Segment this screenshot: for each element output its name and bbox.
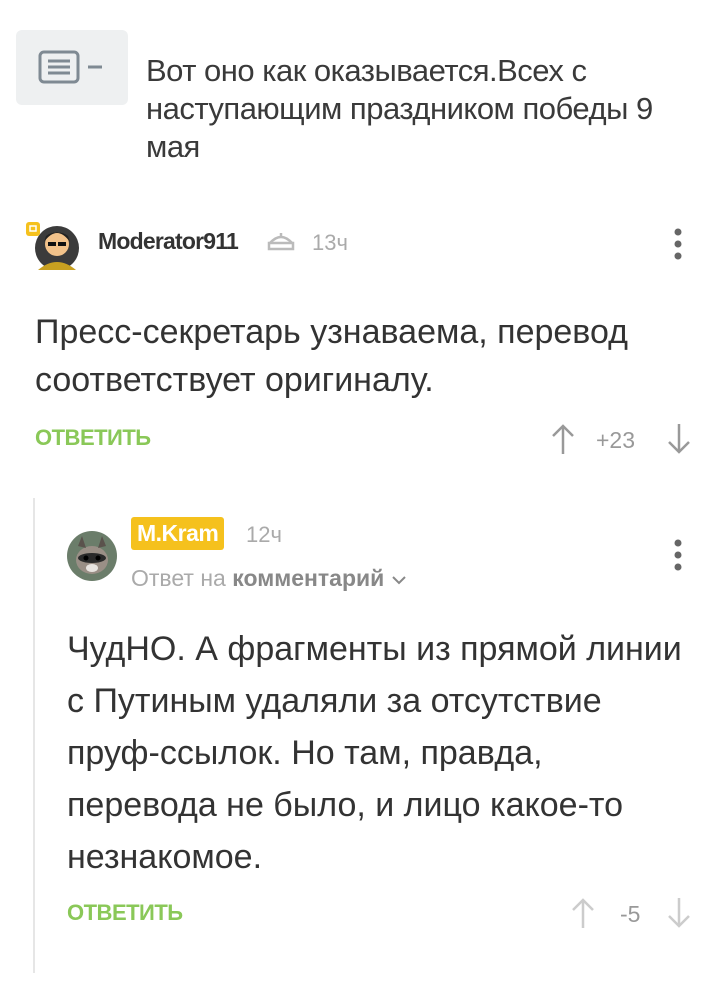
- comment-text: Пресс-секретарь узнаваема, перевод соотв…: [35, 313, 628, 399]
- post-type-badge: [16, 30, 128, 105]
- chevron-down-icon[interactable]: [391, 574, 407, 586]
- reply-button[interactable]: ОТВЕТИТЬ: [35, 425, 151, 451]
- avatar[interactable]: [24, 220, 82, 272]
- comment-time: 12ч: [246, 522, 282, 547]
- comment-author[interactable]: M.Kram: [131, 517, 225, 550]
- arrow-down-icon[interactable]: [666, 896, 692, 930]
- comment-text: ЧудНО. А фрагменты из прямой линии с Пут…: [67, 630, 682, 876]
- comment-lines-icon: [38, 50, 102, 86]
- moderator-icon: [266, 229, 296, 258]
- post-title[interactable]: Вот оно как оказывается.Всех с наступающ…: [146, 52, 706, 166]
- comment-author[interactable]: Moderator911: [98, 228, 239, 255]
- comment-time: 13ч: [312, 230, 348, 255]
- reply-button[interactable]: ОТВЕТИТЬ: [67, 900, 183, 926]
- vote-controls: -5: [560, 894, 700, 934]
- vote-controls: +23: [550, 420, 700, 460]
- reply-to-prefix: Ответ на: [131, 565, 226, 591]
- arrow-up-icon[interactable]: [570, 896, 596, 930]
- arrow-down-icon[interactable]: [666, 422, 692, 456]
- arrow-up-icon[interactable]: [550, 422, 576, 456]
- more-options-icon[interactable]: [668, 226, 688, 267]
- reply-to-line: Ответ на комментарий: [131, 565, 407, 592]
- rating-count: +23: [596, 427, 636, 453]
- thread-line[interactable]: [33, 498, 35, 973]
- rating-count: -5: [620, 901, 641, 927]
- avatar[interactable]: [66, 530, 118, 582]
- reply-to-link[interactable]: комментарий: [232, 565, 384, 591]
- more-options-icon[interactable]: [668, 537, 688, 578]
